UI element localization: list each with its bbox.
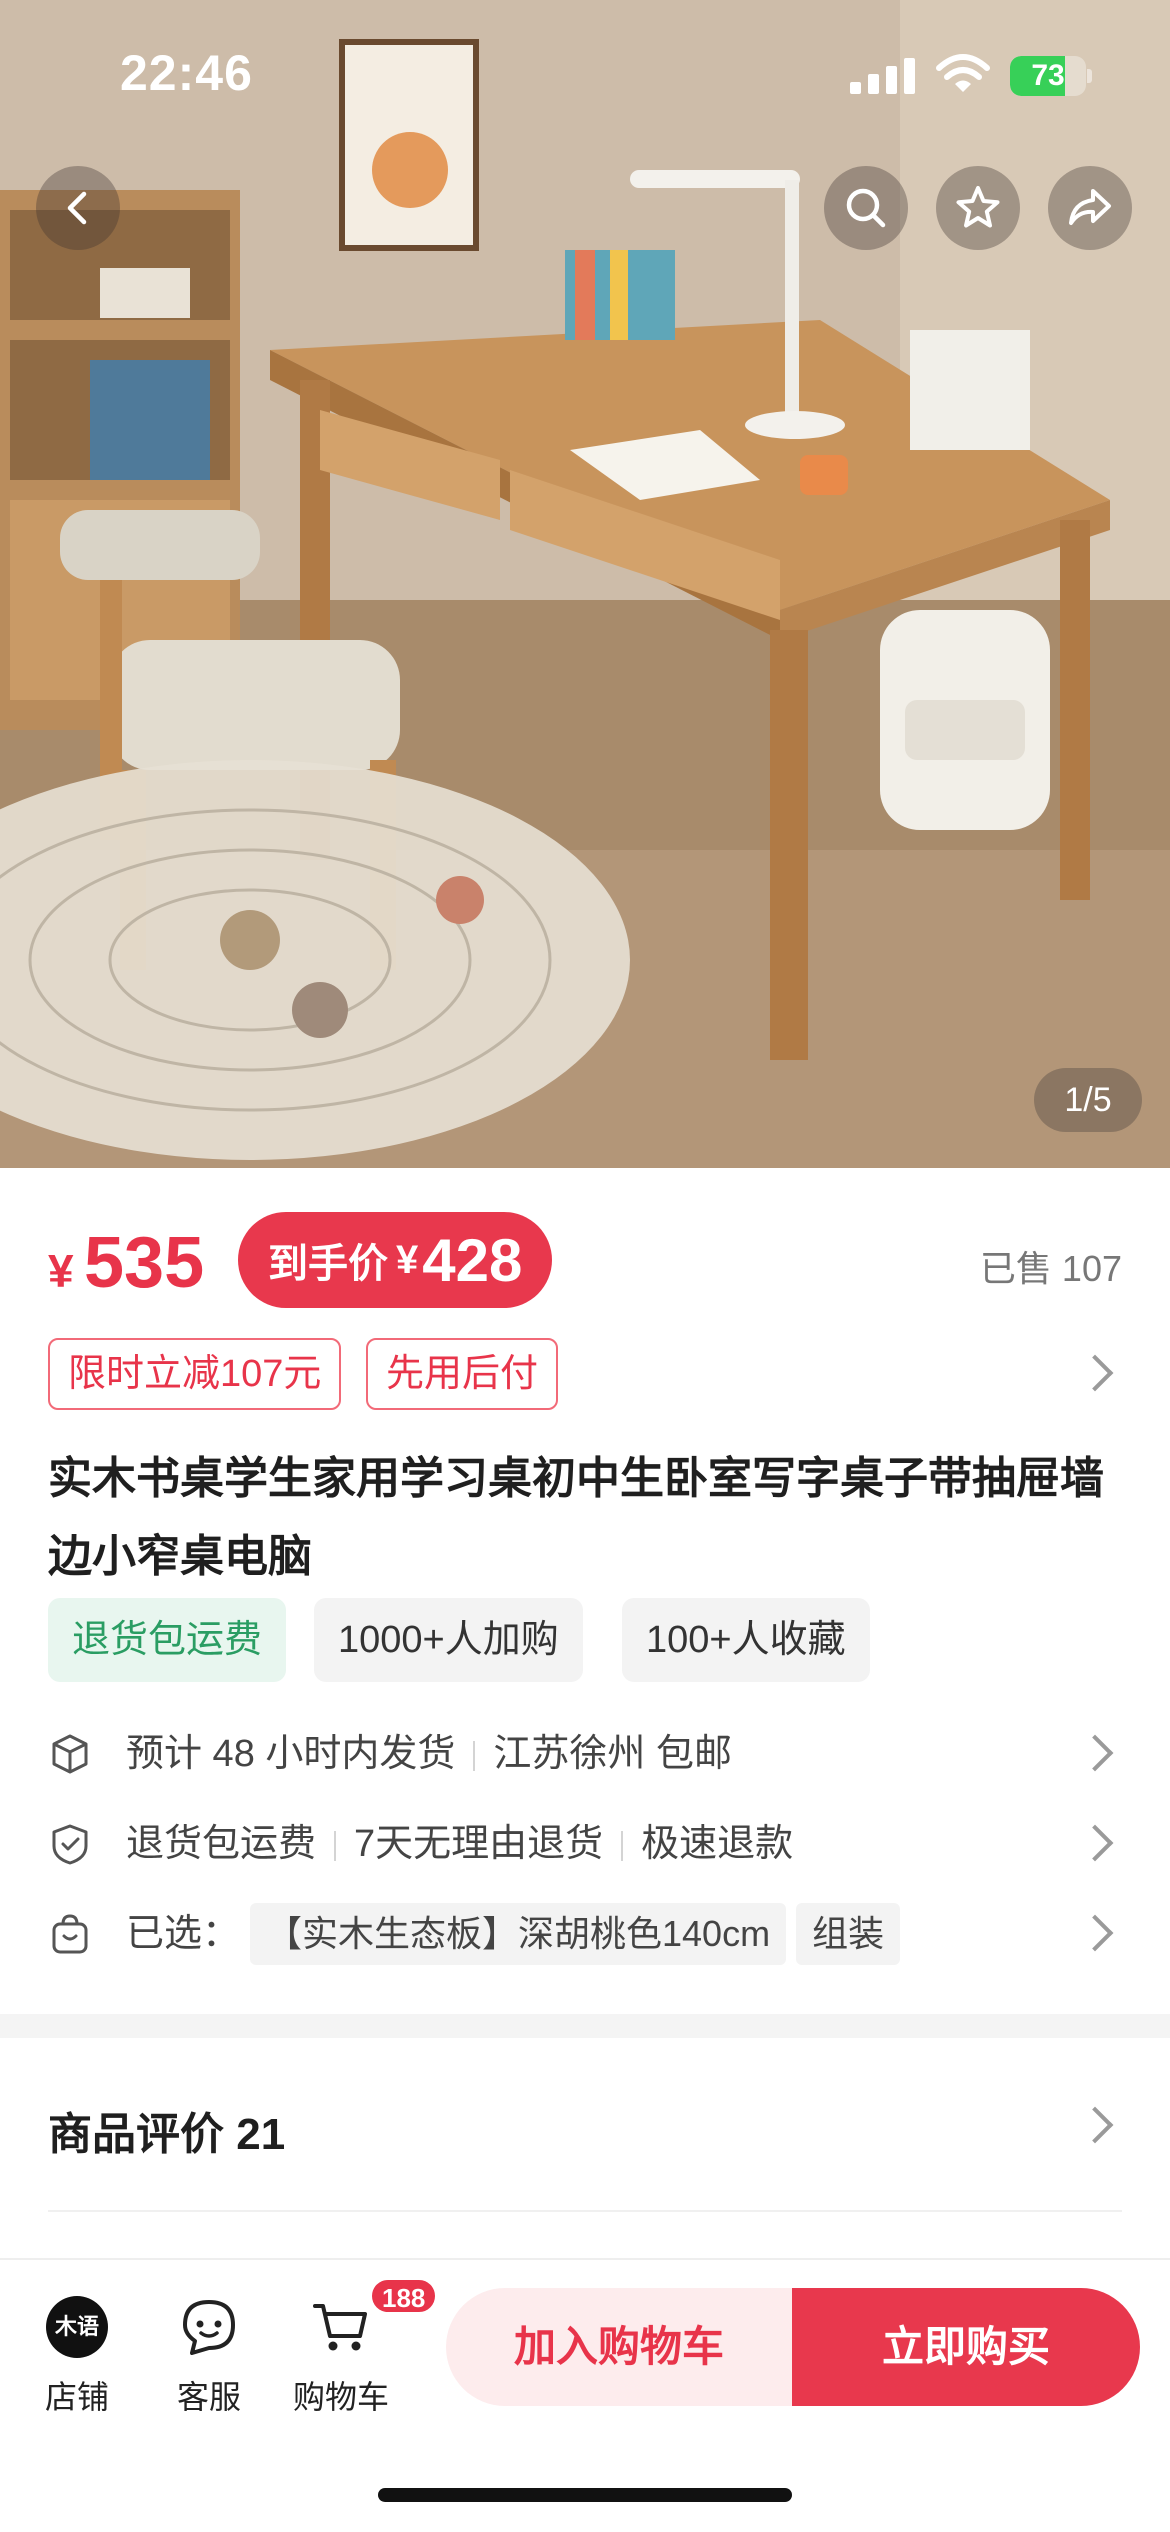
promo-tag-pay-later: 先用后付: [366, 1338, 559, 1410]
product-title: 实木书桌学生家用学习桌初中生卧室写字桌子带抽屉墙边小窄桌电脑: [48, 1454, 1104, 1581]
status-bar: 22:46 73: [0, 0, 1170, 150]
selected-option-chip: 组装: [796, 1903, 901, 1965]
share-button[interactable]: [1048, 166, 1132, 250]
status-time: 22:46: [120, 45, 253, 101]
shield-check-icon: [52, 1824, 88, 1865]
favorite-button[interactable]: [936, 166, 1020, 250]
chevron-right-icon: [1076, 1824, 1114, 1862]
cart-count-badge: 188: [370, 2278, 438, 2314]
shopping-bag-icon: [52, 1914, 88, 1954]
reviews-divider: [48, 2210, 1122, 2212]
final-price-badge: 到手价 ¥ 428: [238, 1212, 553, 1308]
price-row: ¥ 535 到手价 ¥ 428 已售 107: [48, 1210, 1122, 1310]
buy-now-button[interactable]: 立即购买: [792, 2288, 1140, 2406]
guarantee-item: 极速退款: [641, 1823, 794, 1865]
feature-tag-favorite-count: 100+人收藏: [622, 1598, 870, 1682]
search-button[interactable]: [824, 166, 908, 250]
price-currency: ¥: [48, 1245, 74, 1297]
selection-text: 已选： 【实木生态板】深胡桃色140cm 组装: [126, 1898, 901, 1970]
chevron-right-icon: [1076, 1354, 1114, 1392]
chat-bubble-icon: [183, 2300, 235, 2355]
image-page-indicator: 1/5: [1034, 1068, 1142, 1132]
promo-tag-discount: 限时立减107元: [48, 1338, 342, 1410]
final-price-label: 到手价: [268, 1242, 388, 1286]
store-tab[interactable]: 木语 店铺: [22, 2296, 132, 2418]
store-logo: 木语: [46, 2296, 108, 2358]
chevron-right-icon: [1076, 2106, 1114, 2144]
chevron-right-icon: [1076, 1734, 1114, 1772]
battery-charging-icon: 73: [1010, 56, 1092, 96]
cart-tab[interactable]: 188 购物车: [286, 2278, 438, 2418]
wifi-icon: [936, 54, 990, 92]
search-icon: [846, 188, 886, 228]
guarantee-row[interactable]: 退货包运费 7天无理由退货 极速退款: [48, 1808, 1122, 1880]
store-tab-label: 店铺: [44, 2379, 109, 2415]
guarantee-item: 退货包运费: [126, 1823, 317, 1865]
cart-tab-label: 购物车: [292, 2379, 389, 2415]
star-icon: [956, 186, 1000, 228]
shipping-origin: 江苏徐州 包邮: [493, 1733, 732, 1775]
shipping-eta: 预计 48 小时内发货: [126, 1733, 456, 1775]
share-icon: [1069, 189, 1111, 225]
product-image-carousel[interactable]: 22:46 73 1/5: [0, 0, 1170, 1168]
reviews-row[interactable]: 商品评价 21: [48, 2080, 1122, 2170]
section-divider: [0, 2014, 1170, 2038]
reviews-label: 商品评价 21: [48, 2110, 286, 2159]
final-price-currency: ¥: [396, 1237, 419, 1282]
selection-row[interactable]: 已选： 【实木生态板】深胡桃色140cm 组装: [48, 1898, 1122, 1970]
customer-service-tab-label: 客服: [176, 2379, 241, 2415]
feature-tag-free-return: 退货包运费: [48, 1598, 287, 1682]
back-button[interactable]: [36, 166, 120, 250]
shipping-text: 预计 48 小时内发货 江苏徐州 包邮: [126, 1718, 732, 1790]
selection-label: 已选：: [126, 1913, 241, 1955]
sold-count: 已售 107: [979, 1248, 1122, 1289]
package-icon: [52, 1734, 88, 1774]
battery-percent: 73: [1031, 59, 1065, 92]
final-price-value: 428: [422, 1226, 523, 1294]
cellular-signal-icon: [850, 58, 915, 94]
add-to-cart-button[interactable]: 加入购物车: [446, 2288, 792, 2406]
selected-option-chip: 【实木生态板】深胡桃色140cm: [250, 1903, 787, 1965]
guarantee-item: 7天无理由退货: [354, 1823, 604, 1865]
price-value: 535: [84, 1223, 205, 1303]
shipping-row[interactable]: 预计 48 小时内发货 江苏徐州 包邮: [48, 1718, 1122, 1790]
chevron-right-icon: [1076, 1914, 1114, 1952]
cart-icon: [313, 2304, 367, 2351]
feature-tag-cart-count: 1000+人加购: [314, 1598, 583, 1682]
customer-service-tab[interactable]: 客服: [154, 2296, 264, 2418]
back-icon: [67, 191, 87, 225]
home-indicator: [378, 2488, 792, 2502]
guarantee-text: 退货包运费 7天无理由退货 极速退款: [126, 1808, 793, 1880]
promo-row[interactable]: 限时立减107元 先用后付: [48, 1338, 1122, 1410]
